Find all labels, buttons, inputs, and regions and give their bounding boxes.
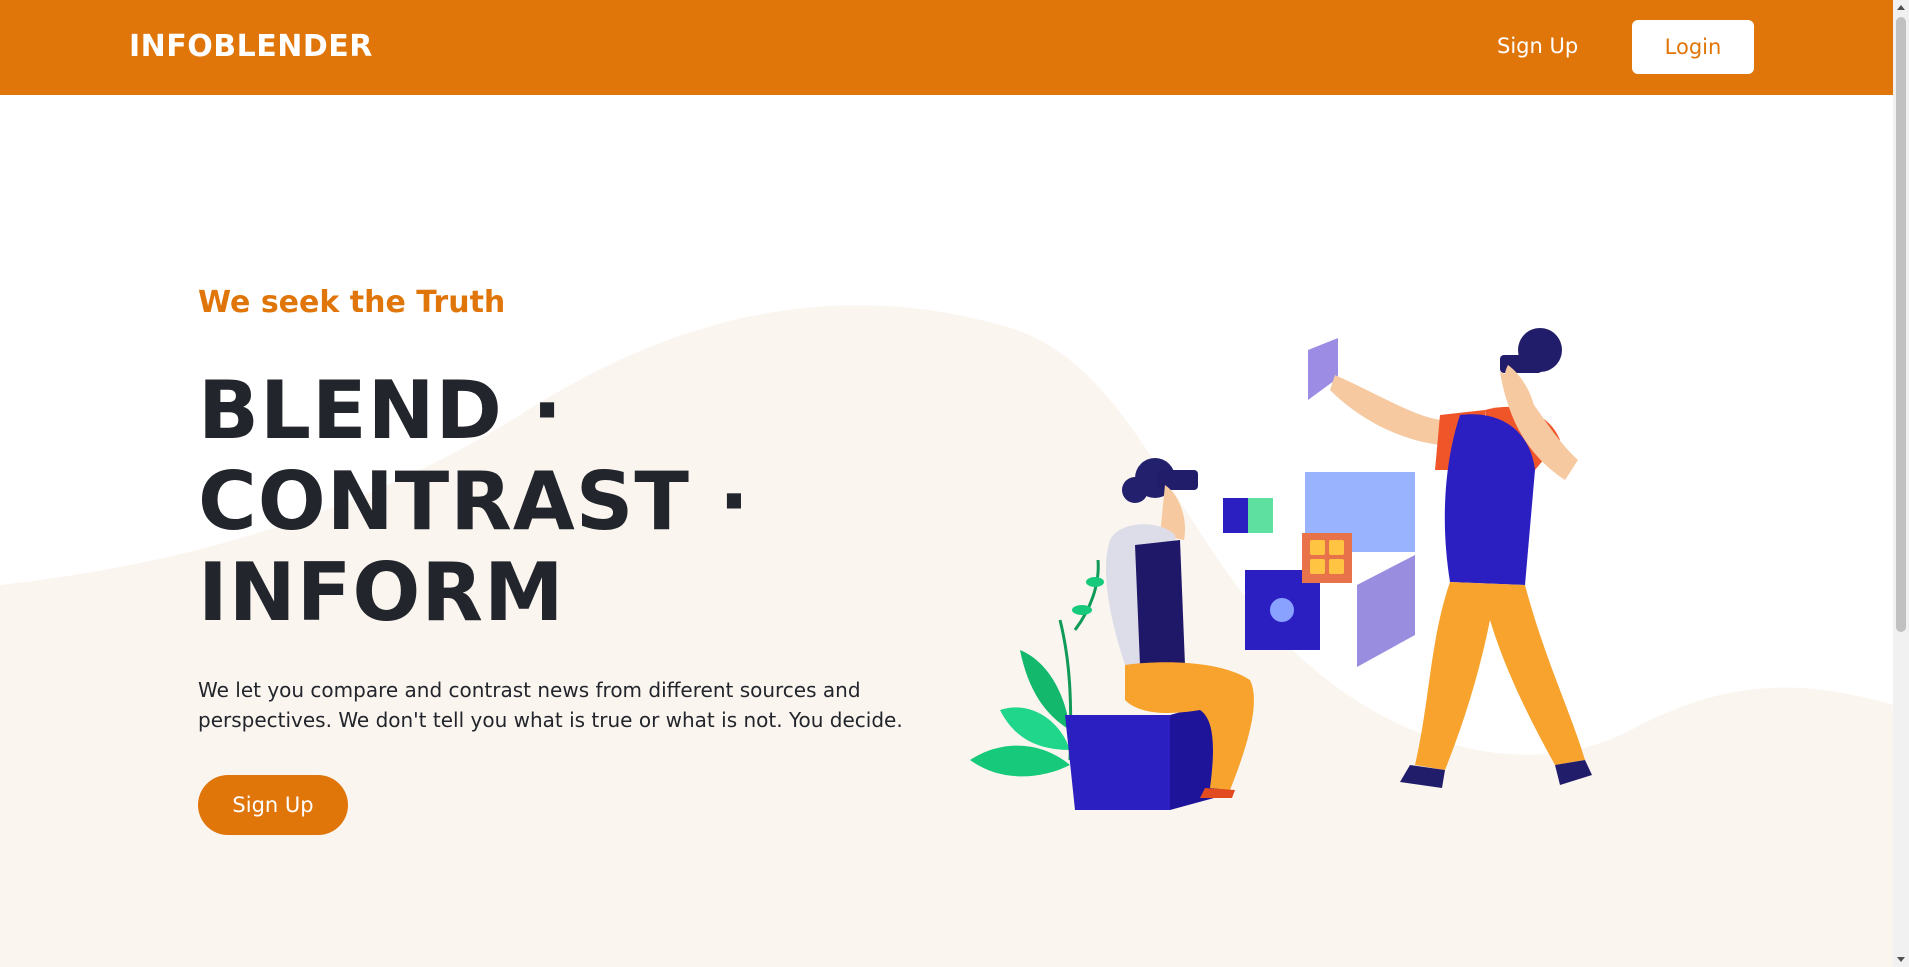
vr-people-illustration <box>970 328 1592 810</box>
login-button[interactable]: Login <box>1632 20 1754 74</box>
headline-line-inform: INFORM <box>198 546 565 639</box>
scroll-thumb[interactable] <box>1896 17 1906 632</box>
hero-description: We let you compare and contrast news fro… <box>198 678 903 732</box>
landing-page: INFOBLENDER Sign Up Login We seek the Tr… <box>0 0 1893 967</box>
headline-line-contrast: CONTRAST · <box>198 455 751 548</box>
scroll-down-arrow-icon[interactable] <box>1897 957 1905 962</box>
top-navbar: INFOBLENDER Sign Up Login <box>0 0 1893 95</box>
hero-signup-button[interactable]: Sign Up <box>198 775 348 835</box>
nav-signup-link[interactable]: Sign Up <box>1497 34 1578 58</box>
man-figure <box>1330 328 1592 788</box>
box-seat <box>1065 700 1225 810</box>
brand-logo[interactable]: INFOBLENDER <box>129 29 373 64</box>
vertical-scrollbar[interactable] <box>1893 0 1909 967</box>
hero-headline: BLEND · CONTRAST · INFORM <box>198 365 750 638</box>
hero-tagline: We seek the Truth <box>198 285 506 320</box>
scroll-up-arrow-icon[interactable] <box>1897 5 1905 10</box>
headline-line-blend: BLEND · <box>198 364 564 457</box>
